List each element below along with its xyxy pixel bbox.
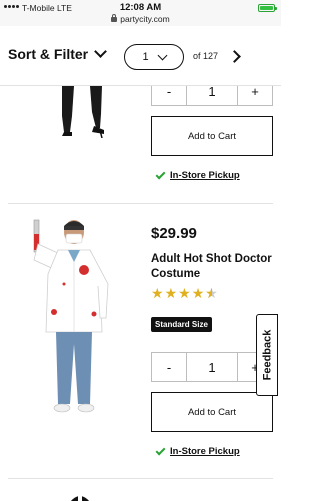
star-icon: ★ (191, 285, 205, 301)
url-bar[interactable]: partycity.com (0, 14, 281, 24)
half-star-icon: ★ ★ (205, 285, 218, 301)
product-divider (8, 478, 273, 479)
checkmark-icon (155, 445, 166, 455)
page-select[interactable]: 1 (124, 44, 184, 70)
in-store-pickup-link[interactable]: In-Store Pickup (170, 446, 240, 457)
sort-filter-toolbar: Sort & Filter 1 of 127 (0, 26, 281, 86)
battery-icon (258, 4, 277, 12)
add-to-cart-button[interactable]: Add to Cart (151, 392, 273, 432)
product-divider (8, 203, 273, 204)
chevron-down-icon (94, 45, 107, 58)
checkmark-icon (155, 169, 166, 179)
product-price: $29.99 (151, 225, 197, 242)
sort-filter-button[interactable]: Sort & Filter (8, 45, 107, 62)
size-badge: Standard Size (151, 317, 212, 332)
in-store-pickup[interactable]: In-Store Pickup (155, 445, 240, 457)
quantity-stepper[interactable]: - 1 + (151, 352, 273, 382)
star-icon: ★ (178, 285, 191, 301)
status-bar: T-Mobile LTE 12:08 AM partycity.com (0, 0, 281, 26)
clock: 12:08 AM (119, 2, 162, 13)
url-text: partycity.com (120, 14, 170, 24)
product-title[interactable]: Adult Hot Shot Doctor Costume (151, 252, 276, 282)
sort-filter-label: Sort & Filter (8, 46, 89, 62)
product-image-boots[interactable] (56, 86, 116, 138)
battery-level (260, 6, 273, 10)
rating-stars: ★ ★ ★ ★ ★ ★ (151, 286, 218, 300)
chevron-down-icon (157, 50, 168, 60)
quantity-value[interactable]: 1 (186, 353, 238, 381)
feedback-label: Feedback (261, 329, 273, 381)
in-store-pickup-link[interactable]: In-Store Pickup (170, 170, 240, 181)
star-icon: ★ (151, 285, 164, 301)
star-icon: ★ (164, 285, 178, 301)
add-to-cart-button[interactable]: Add to Cart (151, 116, 273, 156)
lock-icon (111, 14, 118, 22)
decrease-quantity-button[interactable]: - (152, 353, 186, 381)
product-image-doctor-costume[interactable] (24, 214, 124, 414)
product-image-next[interactable] (60, 488, 100, 501)
page-count: of 127 (193, 51, 219, 61)
next-page-arrow-icon[interactable] (228, 50, 241, 63)
current-page: 1 (142, 51, 149, 63)
in-store-pickup[interactable]: In-Store Pickup (155, 169, 240, 181)
feedback-tab[interactable]: Feedback (256, 314, 278, 396)
